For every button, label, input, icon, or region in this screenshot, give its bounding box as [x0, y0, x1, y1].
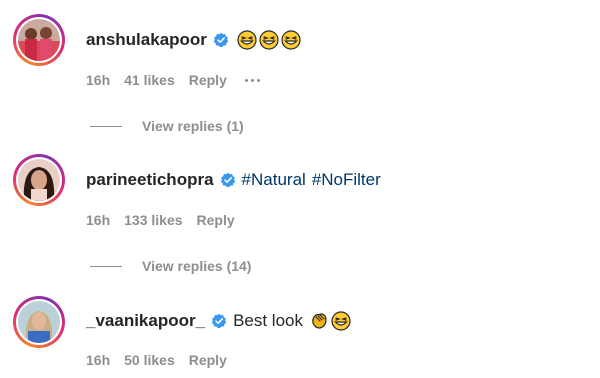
comment-text: Best look [233, 311, 303, 330]
divider [90, 125, 122, 127]
comment-username[interactable]: _vaanikapoor_ [86, 311, 205, 331]
comment-timestamp: 16h [86, 72, 111, 88]
grinning-squint-face-icon [259, 30, 279, 50]
view-replies-button[interactable]: View replies (14) [90, 258, 251, 274]
comment-username[interactable]: anshulakapoor [86, 30, 207, 50]
grinning-squint-face-icon [331, 311, 351, 331]
comment-username[interactable]: parineetichopra [86, 170, 214, 190]
reply-button[interactable]: Reply [189, 72, 227, 88]
view-replies-label: View replies (14) [142, 258, 252, 274]
view-replies-button[interactable]: View replies (1) [90, 118, 244, 134]
comment-likes[interactable]: 133 likes [124, 212, 182, 228]
grinning-squint-face-icon [237, 30, 257, 50]
avatar[interactable] [13, 154, 65, 206]
hashtag-link[interactable]: #NoFilter [312, 170, 381, 190]
reply-button[interactable]: Reply [189, 352, 227, 368]
divider [90, 265, 122, 267]
hashtag-link[interactable]: #Natural [242, 170, 306, 190]
comment-likes[interactable]: 50 likes [124, 352, 175, 368]
view-replies-label: View replies (1) [142, 118, 244, 134]
comment-timestamp: 16h [86, 352, 111, 368]
comment-likes[interactable]: 41 likes [124, 72, 175, 88]
reply-button[interactable]: Reply [197, 212, 235, 228]
avatar[interactable] [13, 14, 65, 66]
verified-badge-icon [220, 172, 235, 187]
grinning-squint-face-icon [281, 30, 301, 50]
avatar[interactable] [13, 296, 65, 348]
clapping-hands-icon [312, 313, 327, 329]
more-options-icon[interactable] [244, 78, 260, 82]
verified-badge-icon [211, 313, 227, 328]
verified-badge-icon [213, 32, 229, 47]
comment-timestamp: 16h [86, 212, 111, 228]
